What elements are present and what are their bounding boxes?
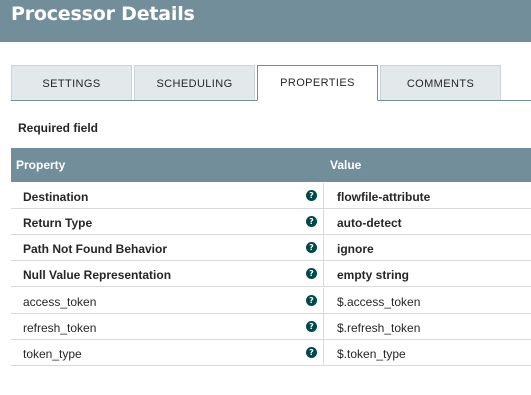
column-header-property[interactable]: Property (16, 158, 65, 172)
property-name-cell: refresh_token ? (11, 314, 324, 339)
dialog-title: Processor Details (11, 3, 195, 25)
property-name: token_type (23, 347, 82, 361)
tab-comments[interactable]: COMMENTS (380, 65, 501, 101)
property-name: access_token (23, 295, 97, 309)
property-row[interactable]: access_token ? $.access_token (11, 288, 531, 314)
property-name: refresh_token (23, 321, 97, 335)
help-icon[interactable]: ? (306, 216, 317, 227)
tab-properties[interactable]: PROPERTIES (257, 65, 378, 101)
property-value[interactable]: $.token_type (337, 347, 406, 361)
property-name-cell: access_token ? (11, 288, 324, 313)
property-row[interactable]: token_type ? $.token_type (11, 340, 531, 366)
help-icon[interactable]: ? (306, 347, 317, 358)
tab-settings[interactable]: SETTINGS (11, 65, 132, 101)
property-row[interactable]: refresh_token ? $.refresh_token (11, 314, 531, 340)
property-name-cell: Destination ? (11, 183, 324, 208)
help-icon[interactable]: ? (306, 242, 317, 253)
tab-settings-label: SETTINGS (42, 77, 101, 90)
property-row[interactable]: Path Not Found Behavior ? ignore (11, 235, 531, 261)
tab-scheduling-label: SCHEDULING (156, 77, 233, 90)
properties-grid-header: Property Value (11, 148, 531, 182)
help-icon[interactable]: ? (306, 268, 317, 279)
property-row[interactable]: Destination ? flowfile-attribute (11, 183, 531, 209)
property-value[interactable]: flowfile-attribute (337, 190, 430, 204)
property-value[interactable]: $.access_token (337, 295, 420, 309)
property-name-cell: token_type ? (11, 340, 324, 365)
tab-comments-label: COMMENTS (406, 77, 475, 90)
property-row[interactable]: Null Value Representation ? empty string (11, 261, 531, 287)
property-name: Destination (23, 190, 89, 204)
tab-properties-label: PROPERTIES (280, 77, 355, 89)
property-value[interactable]: $.refresh_token (337, 321, 420, 335)
property-name-cell: Path Not Found Behavior ? (11, 235, 324, 260)
dialog-header: Processor Details (0, 0, 531, 42)
column-header-value[interactable]: Value (330, 158, 361, 172)
property-value[interactable]: empty string (337, 268, 409, 282)
property-name: Null Value Representation (23, 268, 172, 282)
property-row[interactable]: Return Type ? auto-detect (11, 209, 531, 235)
property-name-cell: Return Type ? (11, 209, 324, 234)
required-field-note: Required field (18, 121, 99, 135)
property-name: Return Type (23, 216, 93, 230)
property-name-cell: Null Value Representation ? (11, 261, 324, 286)
property-name: Path Not Found Behavior (23, 242, 167, 256)
tab-scheduling[interactable]: SCHEDULING (134, 65, 255, 101)
property-value[interactable]: ignore (337, 242, 374, 256)
help-icon[interactable]: ? (306, 295, 317, 306)
property-value[interactable]: auto-detect (337, 216, 402, 230)
help-icon[interactable]: ? (306, 321, 317, 332)
help-icon[interactable]: ? (306, 190, 317, 201)
